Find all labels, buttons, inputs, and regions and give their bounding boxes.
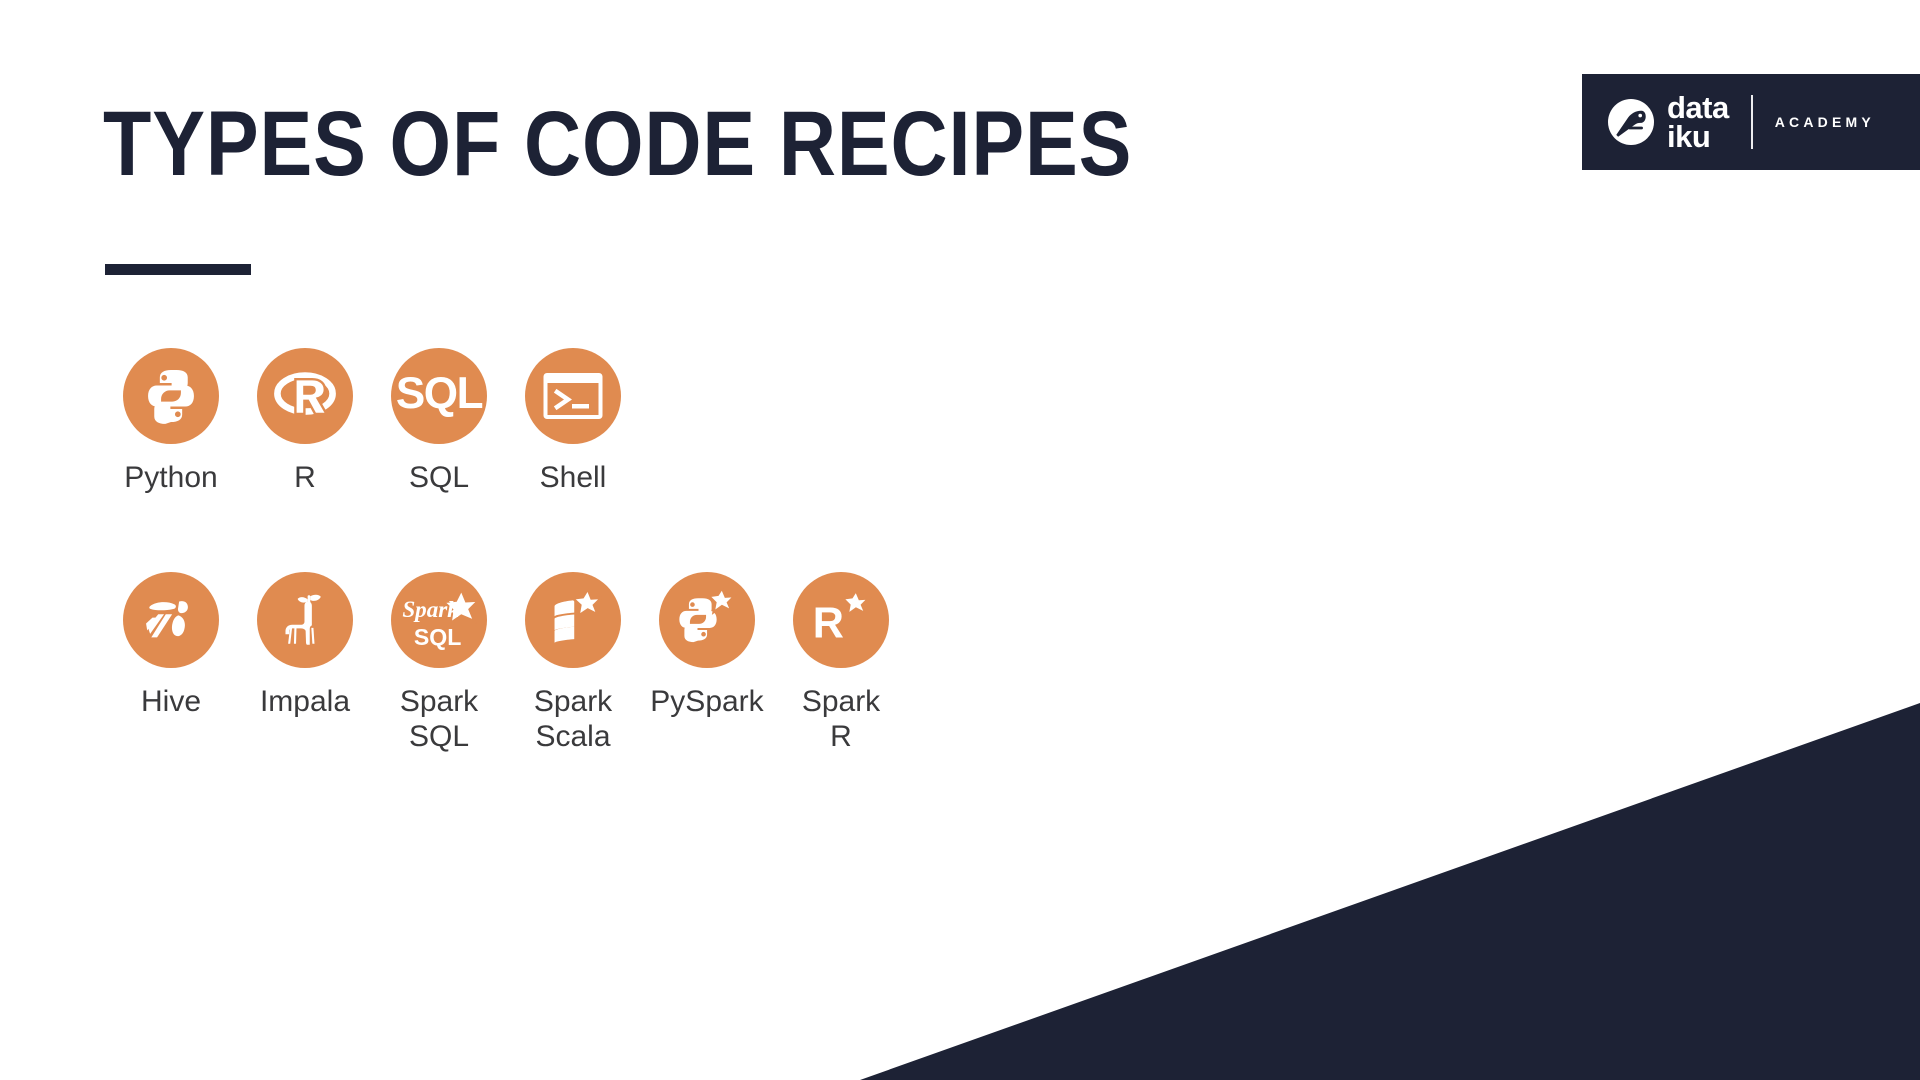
recipe-label: Python [124, 461, 218, 494]
shell-icon [525, 348, 621, 444]
slide-canvas: TYPES OF CODE RECIPES data iku ACADEMY P… [0, 0, 1920, 1080]
recipe-label: SQL [408, 461, 470, 494]
logo-divider [1750, 95, 1753, 149]
spark-r-icon: R [793, 572, 889, 668]
recipe-label: Impala [259, 685, 351, 718]
svg-text:SQL: SQL [396, 369, 483, 418]
recipe-row-basic: Python R SQL SQL Shell [104, 348, 640, 495]
recipe-item-sql[interactable]: SQL SQL [372, 348, 506, 495]
recipe-item-hive[interactable]: Hive [104, 572, 238, 719]
hive-bee-icon [123, 572, 219, 668]
impala-antelope-icon [257, 572, 353, 668]
dataiku-academy-logo: data iku ACADEMY [1582, 74, 1920, 170]
recipe-item-pyspark[interactable]: PySpark [640, 572, 774, 719]
spark-sql-icon: Spark SQL [391, 572, 487, 668]
r-icon [257, 348, 353, 444]
recipe-item-r[interactable]: R [238, 348, 372, 495]
page-title: TYPES OF CODE RECIPES [103, 93, 1133, 195]
recipe-label: Spark R [801, 685, 881, 754]
sql-icon: SQL [391, 348, 487, 444]
python-icon [123, 348, 219, 444]
dataiku-wordmark: data iku [1667, 89, 1729, 154]
recipe-label: Spark SQL [399, 685, 479, 754]
svg-text:R: R [813, 599, 844, 647]
pyspark-icon [659, 572, 755, 668]
spark-scala-icon [525, 572, 621, 668]
svg-text:SQL: SQL [414, 624, 461, 650]
recipe-item-spark-sql[interactable]: Spark SQL Spark SQL [372, 572, 506, 755]
dataiku-bird-icon [1608, 99, 1654, 145]
recipe-row-spark: Hive Impala Spark SQL Spark SQL Spark Sc… [104, 572, 908, 755]
recipe-label: Shell [539, 461, 607, 494]
recipe-item-spark-scala[interactable]: Spark Scala [506, 572, 640, 755]
academy-label: ACADEMY [1774, 114, 1875, 130]
recipe-item-impala[interactable]: Impala [238, 572, 372, 719]
svg-text:Spark: Spark [402, 596, 459, 622]
recipe-label: PySpark [650, 685, 764, 718]
title-underline-rule [105, 264, 251, 275]
wordmark-line-data: data [1667, 89, 1729, 125]
wordmark-line-iku: iku [1667, 119, 1711, 154]
recipe-label: R [294, 461, 316, 494]
recipe-item-spark-r[interactable]: R Spark R [774, 572, 908, 755]
recipe-label: Hive [140, 685, 201, 718]
recipe-item-python[interactable]: Python [104, 348, 238, 495]
recipe-label: Spark Scala [533, 685, 613, 754]
recipe-item-shell[interactable]: Shell [506, 348, 640, 495]
